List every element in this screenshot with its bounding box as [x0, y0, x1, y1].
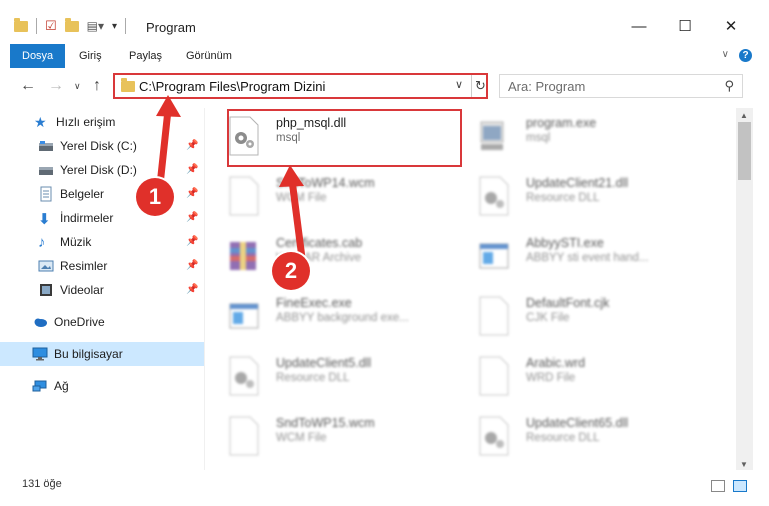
annotation-arrows	[156, 95, 306, 262]
callout-2: 2	[272, 252, 310, 290]
arrow-1	[156, 106, 172, 189]
arrowhead-1	[156, 95, 181, 117]
arrowhead-2	[279, 165, 304, 187]
arrow-2	[288, 176, 306, 262]
callout-1: 1	[136, 178, 174, 216]
